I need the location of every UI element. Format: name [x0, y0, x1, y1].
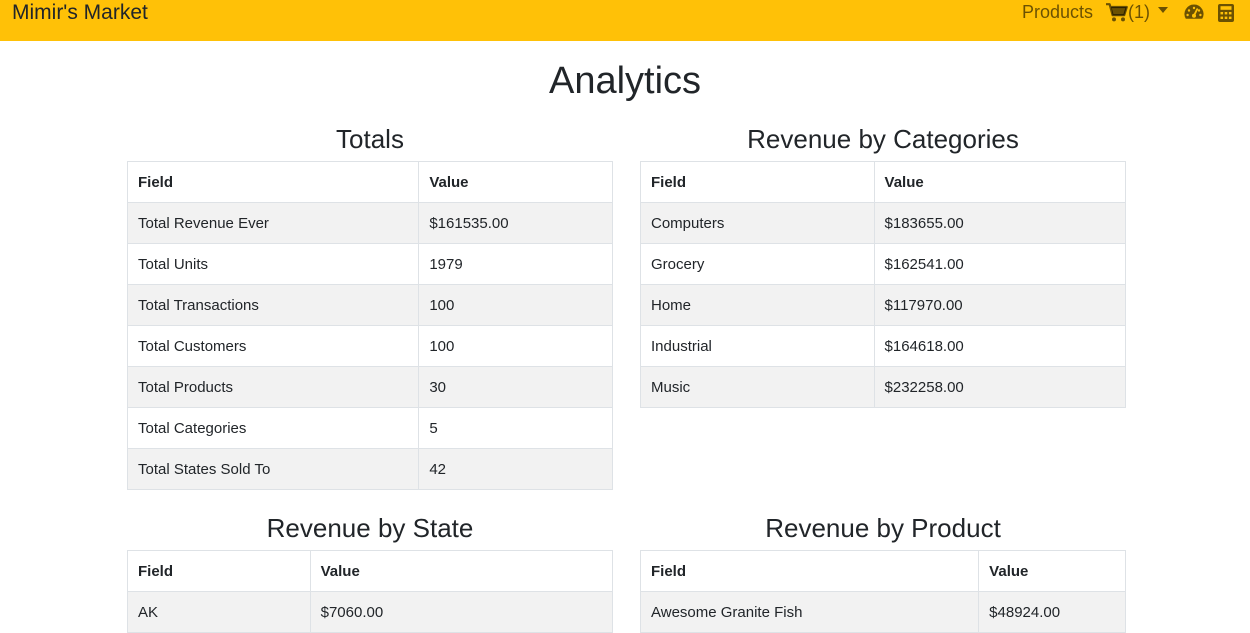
table-row: Industrial $164618.00: [640, 325, 1127, 367]
column-header-field: Field: [639, 550, 980, 592]
value-cell: 30: [418, 366, 613, 408]
table-row: Total States Sold To 42: [126, 448, 613, 490]
value-cell: $117970.00: [873, 284, 1127, 326]
column-header-value: Value: [978, 550, 1126, 592]
state-table: Field Value AK $7060.00: [127, 550, 614, 633]
value-cell: 5: [418, 407, 613, 449]
chevron-down-icon: [1158, 6, 1168, 13]
table-header-row: Field Value: [640, 161, 1127, 203]
cart-icon: [1106, 3, 1128, 22]
table-header-row: Field Value: [639, 550, 1126, 592]
cart-dropdown-toggle[interactable]: (1): [1106, 0, 1168, 25]
table-row: Home $117970.00: [640, 284, 1127, 326]
field-cell: Total Customers: [126, 325, 420, 367]
categories-table: Field Value Computers $183655.00 Grocery $…: [640, 161, 1127, 408]
field-cell: Total States Sold To: [126, 448, 420, 490]
calculator-icon[interactable]: [1217, 3, 1235, 23]
table-row: Total Customers 100: [126, 325, 613, 367]
table-row: Music $232258.00: [640, 366, 1127, 408]
field-cell: AK: [127, 591, 311, 633]
categories-title: Revenue by Categories: [747, 124, 1019, 154]
field-cell: Total Products: [126, 366, 420, 408]
navbar: Mimir's Market Products (1): [0, 0, 1250, 41]
table-row: Total Transactions 100: [126, 284, 613, 326]
table-row: Total Units 1979: [126, 243, 613, 285]
field-cell: Total Categories: [126, 407, 420, 449]
field-cell: Total Units: [126, 243, 420, 285]
field-cell: Home: [640, 284, 875, 326]
field-cell: Total Revenue Ever: [126, 202, 420, 244]
column-header-value: Value: [418, 161, 613, 203]
value-cell: 1979: [418, 243, 613, 285]
value-cell: 100: [418, 284, 613, 326]
state-title: Revenue by State: [266, 513, 474, 543]
table-row: Grocery $162541.00: [640, 243, 1127, 285]
page-title: Analytics: [548, 60, 702, 102]
column-header-value: Value: [309, 550, 614, 592]
value-cell: $161535.00: [418, 202, 613, 244]
brand-link[interactable]: Mimir's Market: [12, 0, 148, 25]
value-cell: $232258.00: [873, 366, 1127, 408]
value-cell: $48924.00: [978, 591, 1126, 633]
table-header-row: Field Value: [126, 161, 613, 203]
value-cell: $162541.00: [873, 243, 1127, 285]
field-cell: Music: [640, 366, 875, 408]
column-header-value: Value: [873, 161, 1127, 203]
totals-title: Totals: [336, 124, 404, 154]
table-row: Awesome Granite Fish $48924.00: [639, 591, 1126, 633]
nav-products-link[interactable]: Products: [1022, 0, 1093, 25]
value-cell: 100: [418, 325, 613, 367]
value-cell: $164618.00: [873, 325, 1127, 367]
column-header-field: Field: [126, 161, 420, 203]
value-cell: $183655.00: [873, 202, 1127, 244]
column-header-field: Field: [640, 161, 875, 203]
value-cell: $7060.00: [309, 591, 614, 633]
field-cell: Industrial: [640, 325, 875, 367]
table-row: Computers $183655.00: [640, 202, 1127, 244]
field-cell: Computers: [640, 202, 875, 244]
field-cell: Awesome Granite Fish: [639, 591, 980, 633]
gauge-icon[interactable]: [1183, 3, 1205, 23]
product-table: Field Value Awesome Granite Fish $48924.0…: [639, 550, 1126, 633]
value-cell: 42: [418, 448, 613, 490]
table-row: Total Categories 5: [126, 407, 613, 449]
cart-count: (1): [1128, 2, 1150, 22]
table-row: AK $7060.00: [127, 591, 614, 633]
table-header-row: Field Value: [127, 550, 614, 592]
field-cell: Grocery: [640, 243, 875, 285]
totals-table: Field Value Total Revenue Ever $161535.00…: [126, 161, 613, 490]
field-cell: Total Transactions: [126, 284, 420, 326]
product-title: Revenue by Product: [765, 513, 1001, 543]
column-header-field: Field: [127, 550, 311, 592]
table-row: Total Products 30: [126, 366, 613, 408]
table-row: Total Revenue Ever $161535.00: [126, 202, 613, 244]
